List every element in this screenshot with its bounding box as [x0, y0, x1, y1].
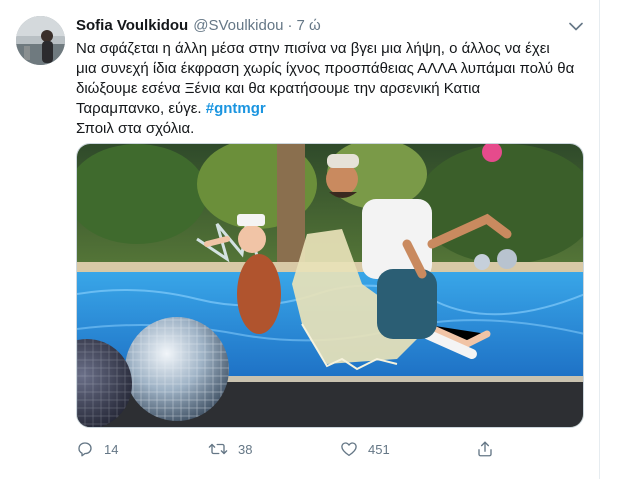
tweet-text-line: Ταραμπανκο, εύγε. #gntmgr — [76, 99, 586, 119]
share-button[interactable] — [476, 437, 494, 461]
tweet-photo[interactable] — [76, 143, 584, 428]
hashtag-link[interactable]: #gntmgr — [206, 100, 266, 117]
share-icon — [476, 440, 494, 458]
tweet-text-line: διώξουμε εσένα Ξένια και θα κρατήσουμε τ… — [76, 80, 481, 97]
tweet-text-line: Να σφάζεται η άλλη μέσα στην πισίνα να β… — [76, 40, 550, 57]
retweet-button[interactable]: 38 — [208, 437, 252, 461]
heart-icon — [340, 440, 358, 458]
tweet-text-fragment: Ταραμπανκο, εύγε. — [76, 100, 202, 117]
avatar[interactable] — [16, 16, 65, 65]
chevron-down-icon[interactable] — [566, 16, 586, 36]
retweet-count: 38 — [238, 441, 253, 457]
retweet-icon — [208, 440, 228, 458]
display-name[interactable]: Sofia Voulkidou — [76, 17, 188, 34]
user-handle[interactable]: @SVoulkidou — [193, 17, 283, 34]
reply-button[interactable]: 14 — [76, 437, 118, 461]
like-count: 451 — [368, 441, 390, 457]
tweet-text: Να σφάζεται η άλλη μέσα στην πισίνα να β… — [76, 39, 586, 139]
like-button[interactable]: 451 — [340, 437, 390, 461]
timestamp[interactable]: 7 ώ — [297, 17, 321, 34]
tweet-header: Sofia Voulkidou @SVoulkidou · 7 ώ — [76, 15, 321, 35]
tweet-text-line: Σποιλ στα σχόλια. — [76, 120, 195, 137]
tweet-actions: 14 38 451 — [76, 437, 596, 461]
separator-dot: · — [287, 16, 293, 34]
tweet-text-line: μια συνεχή ίδια έκφραση χωρίς ίχνος προσ… — [76, 60, 575, 77]
reply-icon — [76, 440, 94, 458]
reply-count: 14 — [104, 441, 119, 457]
tweet[interactable]: Sofia Voulkidou @SVoulkidou · 7 ώ Να σφά… — [0, 0, 600, 479]
